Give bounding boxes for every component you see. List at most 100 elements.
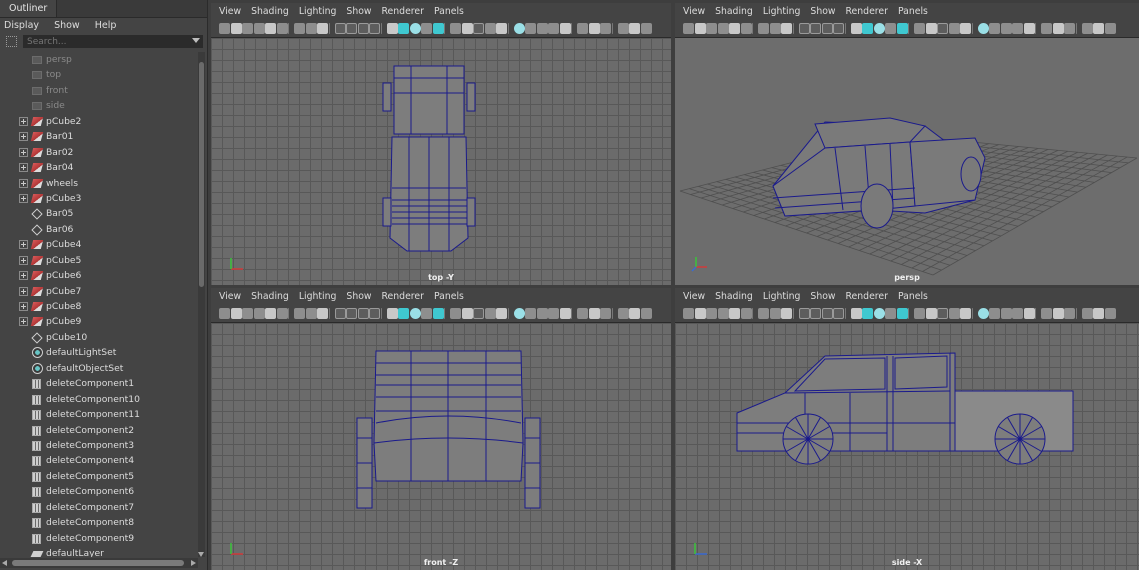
backface-icon[interactable] [1023, 308, 1035, 319]
isolate-icon[interactable] [513, 23, 525, 34]
ambient-occlusion-icon[interactable] [461, 308, 473, 319]
image-plane-icon[interactable] [253, 308, 265, 319]
smooth-shade-icon[interactable] [862, 23, 873, 34]
motion-blur-icon[interactable] [937, 308, 948, 319]
xray-joints-icon[interactable] [1000, 308, 1012, 319]
select-camera-icon[interactable] [683, 308, 694, 319]
outliner-item[interactable]: deleteComponent8 [0, 515, 197, 530]
outliner-item[interactable]: pCube7 [0, 284, 197, 299]
outliner-item[interactable]: defaultObjectSet [0, 361, 197, 376]
expand-icon[interactable] [19, 317, 28, 327]
outliner-item[interactable]: Bar05 [0, 206, 197, 221]
viewport-option-1-icon[interactable] [1081, 23, 1093, 34]
viewport-menu-show[interactable]: Show [810, 6, 835, 17]
outliner-horizontal-scrollbar[interactable] [0, 558, 198, 568]
viewport-menu-shading[interactable]: Shading [251, 6, 289, 17]
expand-icon[interactable] [19, 255, 28, 265]
shadows-icon[interactable] [914, 308, 925, 319]
xray-icon[interactable] [525, 23, 536, 34]
viewport-option-2-icon[interactable] [1093, 23, 1104, 34]
outliner-item[interactable]: deleteComponent7 [0, 500, 197, 515]
expand-icon[interactable] [19, 178, 28, 188]
image-plane-icon[interactable] [717, 308, 729, 319]
textured-icon[interactable] [421, 308, 432, 319]
grease-pencil-icon[interactable] [276, 308, 288, 319]
safe-action-icon[interactable] [357, 23, 369, 34]
xray-components-icon[interactable] [1012, 308, 1023, 319]
viewport-menu-view[interactable]: View [219, 6, 241, 17]
outliner-vertical-scrollbar[interactable] [198, 52, 205, 557]
viewport-menu-panels[interactable]: Panels [898, 291, 928, 302]
outliner-item[interactable]: deleteComponent1 [0, 376, 197, 391]
outliner-item[interactable]: deleteComponent4 [0, 453, 197, 468]
viewport-option-3-icon[interactable] [1104, 308, 1116, 319]
exposure-icon[interactable] [577, 23, 588, 34]
expand-icon[interactable] [19, 271, 28, 281]
scroll-right-icon[interactable] [191, 560, 196, 566]
viewport-side[interactable]: View Shading Lighting Show Renderer Panels si… [675, 288, 1139, 570]
filter-icon[interactable] [6, 36, 17, 47]
film-gate-icon[interactable] [769, 308, 781, 319]
scroll-left-icon[interactable] [2, 560, 7, 566]
2d-pan-icon[interactable] [729, 23, 740, 34]
gate-mask-icon[interactable] [798, 308, 810, 319]
wireframe-icon[interactable] [850, 23, 862, 34]
outliner-item[interactable]: defaultLayer [0, 546, 197, 557]
xray-components-icon[interactable] [548, 308, 559, 319]
viewport-menu-view[interactable]: View [219, 291, 241, 302]
exposure-icon[interactable] [1041, 308, 1052, 319]
viewport-menu-lighting[interactable]: Lighting [763, 6, 801, 17]
viewport-option-2-icon[interactable] [1093, 308, 1104, 319]
expand-icon[interactable] [19, 193, 28, 203]
xray-joints-icon[interactable] [536, 23, 548, 34]
exposure-icon[interactable] [1041, 23, 1052, 34]
camera-attributes-icon[interactable] [694, 23, 706, 34]
depth-of-field-icon[interactable] [960, 308, 971, 319]
camera-attributes-icon[interactable] [230, 23, 242, 34]
shadows-icon[interactable] [450, 23, 461, 34]
outliner-search-input[interactable] [23, 35, 203, 48]
viewport-menu-show[interactable]: Show [810, 291, 835, 302]
default-material-icon[interactable] [873, 308, 885, 319]
antialiasing-icon[interactable] [484, 23, 496, 34]
scrollbar-thumb[interactable] [12, 560, 184, 566]
outliner-item[interactable]: deleteComponent2 [0, 423, 197, 438]
gamma-icon[interactable] [1052, 308, 1064, 319]
outliner-tab[interactable]: Outliner [0, 0, 58, 17]
xray-components-icon[interactable] [548, 23, 559, 34]
color-management-icon[interactable] [1064, 308, 1075, 319]
wireframe-icon[interactable] [386, 308, 398, 319]
backface-icon[interactable] [559, 23, 571, 34]
gamma-icon[interactable] [588, 308, 600, 319]
backface-icon[interactable] [559, 308, 571, 319]
viewport-canvas[interactable]: side -X [675, 323, 1139, 570]
viewport-menu-renderer[interactable]: Renderer [382, 291, 424, 302]
outliner-item[interactable]: front [0, 83, 197, 98]
depth-of-field-icon[interactable] [496, 308, 507, 319]
outliner-item[interactable]: side [0, 98, 197, 113]
outliner-item[interactable]: deleteComponent6 [0, 484, 197, 499]
expand-icon[interactable] [19, 163, 28, 173]
outliner-item[interactable]: pCube8 [0, 299, 197, 314]
viewport-menu-view[interactable]: View [683, 6, 705, 17]
outliner-item[interactable]: Bar04 [0, 160, 197, 175]
field-chart-icon[interactable] [346, 308, 357, 319]
wireframe-icon[interactable] [386, 23, 398, 34]
depth-of-field-icon[interactable] [960, 23, 971, 34]
outliner-item[interactable]: pCube4 [0, 237, 197, 252]
viewport-option-3-icon[interactable] [640, 23, 652, 34]
ambient-occlusion-icon[interactable] [925, 23, 937, 34]
search-dropdown-icon[interactable] [192, 38, 200, 43]
viewport-option-1-icon[interactable] [617, 308, 629, 319]
motion-blur-icon[interactable] [937, 23, 948, 34]
viewport-canvas[interactable]: front -Z [211, 323, 671, 570]
expand-icon[interactable] [19, 132, 28, 142]
xray-components-icon[interactable] [1012, 23, 1023, 34]
isolate-icon[interactable] [977, 23, 989, 34]
antialiasing-icon[interactable] [948, 308, 960, 319]
resolution-gate-icon[interactable] [781, 308, 792, 319]
bookmark-icon[interactable] [706, 308, 717, 319]
use-lights-icon[interactable] [432, 308, 444, 319]
grid-icon[interactable] [294, 308, 305, 319]
expand-icon[interactable] [19, 116, 28, 126]
